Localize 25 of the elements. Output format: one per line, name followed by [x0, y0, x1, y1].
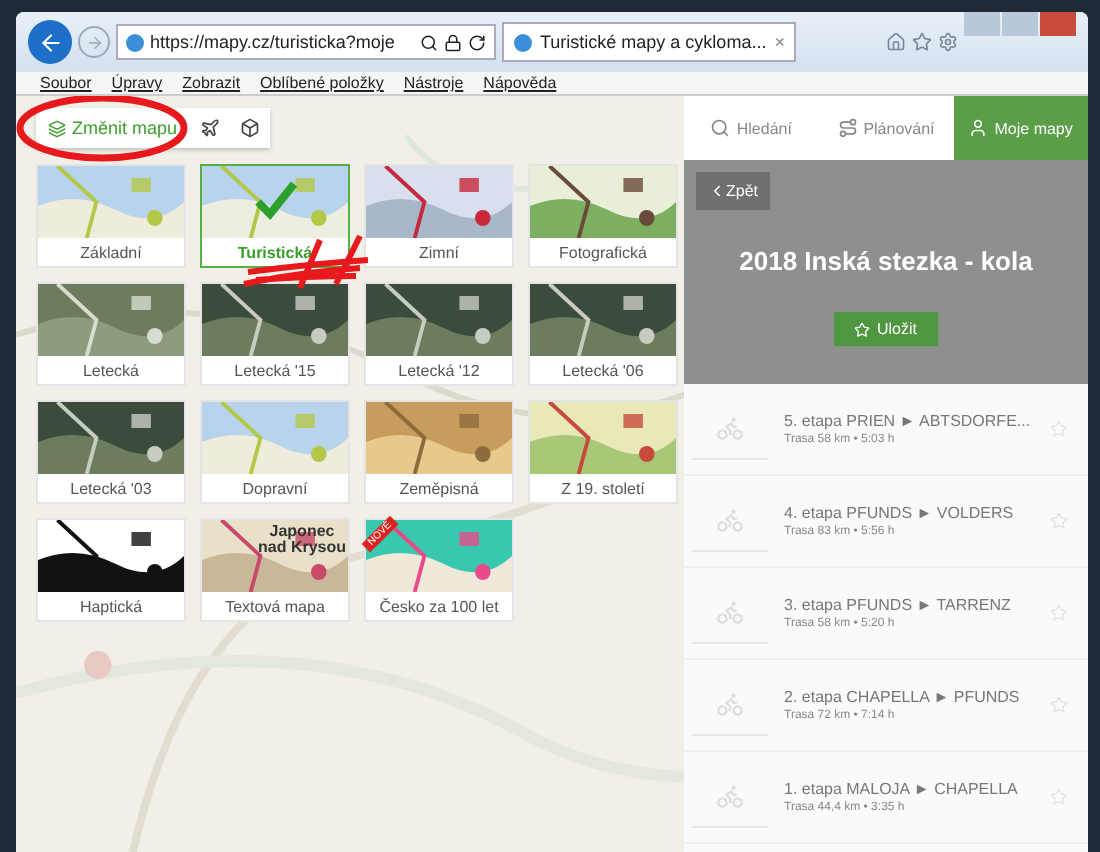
tab-title: Turistické mapy a cykloma...: [540, 32, 767, 52]
forward-arrow-icon: [85, 33, 103, 51]
tab-close-button[interactable]: ×: [774, 32, 785, 52]
back-button[interactable]: [28, 20, 72, 64]
search-icon[interactable]: [420, 33, 438, 51]
home-icon[interactable]: [886, 32, 906, 52]
menu-item[interactable]: Nápověda: [483, 74, 557, 92]
lock-icon: [444, 33, 462, 51]
settings-icon[interactable]: [938, 32, 958, 52]
browser-tab[interactable]: Turistické mapy a cykloma... ×: [502, 22, 797, 62]
menu-item[interactable]: Úpravy: [111, 74, 163, 92]
maximize-button[interactable]: [1002, 12, 1038, 36]
back-arrow-icon: [37, 29, 63, 55]
forward-button[interactable]: [78, 26, 110, 58]
refresh-icon[interactable]: [468, 33, 486, 51]
favorites-icon[interactable]: [912, 32, 932, 52]
menu-item[interactable]: Zobrazit: [182, 74, 241, 92]
site-icon: [514, 33, 532, 51]
site-icon: [126, 33, 144, 51]
close-button[interactable]: [1040, 12, 1076, 36]
menu-item[interactable]: Oblíbené položky: [260, 74, 384, 92]
menu-item[interactable]: Nástroje: [403, 74, 464, 92]
url-text: https://mapy.cz/turisticka?moje: [150, 32, 397, 52]
menu-item[interactable]: Soubor: [40, 74, 92, 92]
address-bar[interactable]: https://mapy.cz/turisticka?moje: [116, 24, 496, 60]
